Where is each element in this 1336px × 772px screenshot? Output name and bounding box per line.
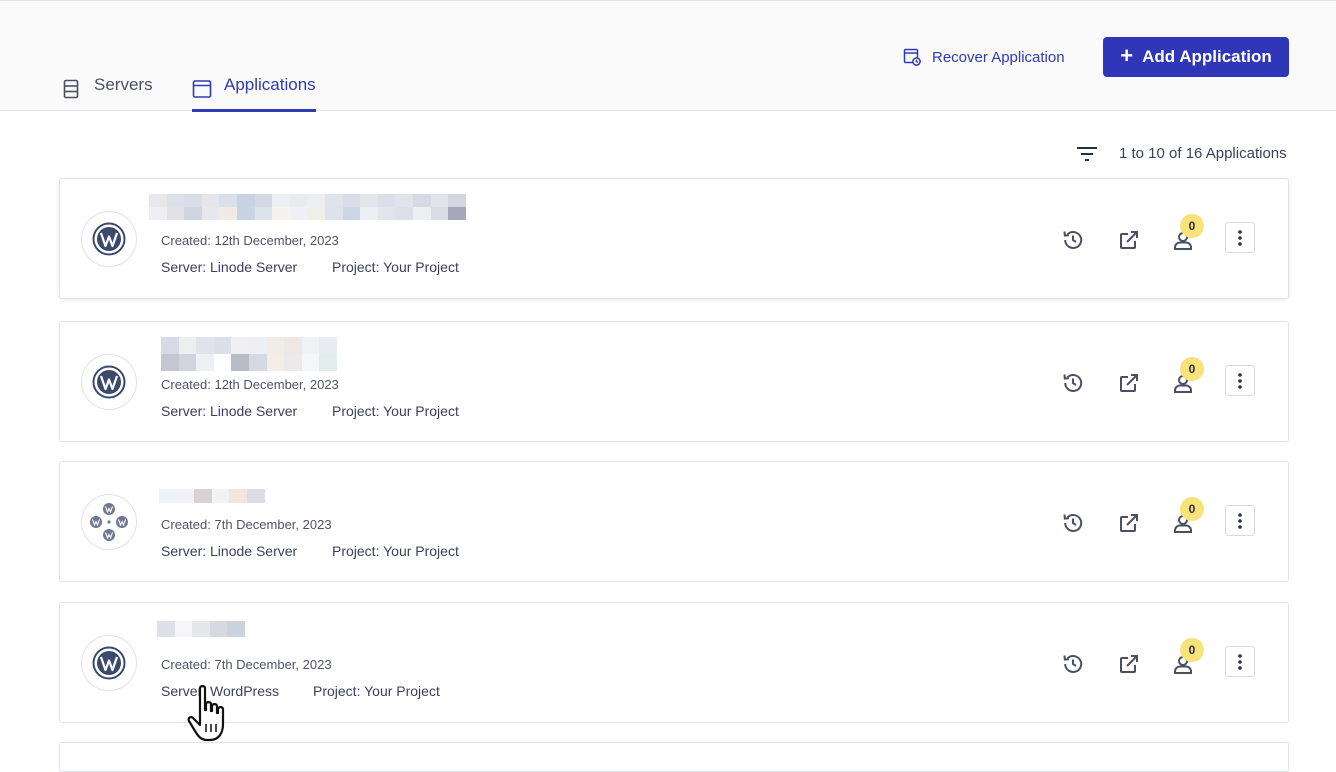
external-link-icon[interactable] xyxy=(1116,651,1142,677)
server-label[interactable]: Server: Linode Server xyxy=(161,259,297,275)
recover-application-label: Recover Application xyxy=(932,48,1065,66)
history-icon[interactable] xyxy=(1060,510,1086,536)
access-count-badge: 0 xyxy=(1180,497,1204,521)
app-name-redacted xyxy=(161,337,337,371)
application-count: 1 to 10 of 16 Applications xyxy=(1119,145,1287,162)
app-name-redacted xyxy=(149,194,466,220)
more-options-button[interactable] xyxy=(1225,505,1255,536)
add-application-button[interactable]: + Add Application xyxy=(1103,37,1289,77)
application-card[interactable] xyxy=(59,742,1289,772)
multisite-logo xyxy=(81,494,137,550)
more-options-button[interactable] xyxy=(1225,222,1255,253)
access-count-badge: 0 xyxy=(1180,638,1204,662)
tab-servers[interactable]: Servers xyxy=(62,75,153,112)
app-name-redacted xyxy=(157,621,245,637)
server-label[interactable]: Server: Linode Server xyxy=(161,403,297,419)
project-label[interactable]: Project: Your Project xyxy=(313,683,440,699)
history-icon[interactable] xyxy=(1060,227,1086,253)
plus-icon: + xyxy=(1120,43,1134,68)
external-link-icon[interactable] xyxy=(1116,227,1142,253)
more-vertical-icon xyxy=(1238,653,1242,670)
app-name-redacted xyxy=(159,489,265,503)
tab-servers-label: Servers xyxy=(94,75,153,94)
server-label[interactable]: Server: Linode Server xyxy=(161,543,297,559)
created-date: Created: 7th December, 2023 xyxy=(161,657,332,672)
more-options-button[interactable] xyxy=(1225,365,1255,396)
wordpress-logo xyxy=(81,635,137,691)
wordpress-logo xyxy=(81,354,137,410)
tab-applications[interactable]: Applications xyxy=(192,75,316,112)
application-card[interactable]: Created: 7th December, 2023 Server: Lino… xyxy=(59,461,1289,582)
history-icon[interactable] xyxy=(1060,370,1086,396)
external-link-icon[interactable] xyxy=(1116,370,1142,396)
tab-applications-label: Applications xyxy=(224,75,316,94)
hand-cursor-icon xyxy=(187,685,225,742)
recover-icon xyxy=(903,48,921,66)
access-count-badge: 0 xyxy=(1180,214,1204,238)
project-label[interactable]: Project: Your Project xyxy=(332,543,459,559)
wordpress-logo xyxy=(81,211,137,267)
window-icon xyxy=(192,80,212,98)
application-card[interactable]: Created: 7th December, 2023 Server: Word… xyxy=(59,602,1289,723)
more-vertical-icon xyxy=(1238,512,1242,529)
created-date: Created: 12th December, 2023 xyxy=(161,377,339,392)
recover-application-button[interactable]: Recover Application xyxy=(903,45,1065,69)
application-card[interactable]: Created: 12th December, 2023 Server: Lin… xyxy=(59,321,1289,442)
project-label[interactable]: Project: Your Project xyxy=(332,403,459,419)
add-application-label: Add Application xyxy=(1142,47,1272,66)
project-label[interactable]: Project: Your Project xyxy=(332,259,459,275)
access-count-badge: 0 xyxy=(1180,357,1204,381)
external-link-icon[interactable] xyxy=(1116,510,1142,536)
more-vertical-icon xyxy=(1238,229,1242,246)
server-icon xyxy=(63,79,79,99)
application-card[interactable]: Created: 12th December, 2023 Server: Lin… xyxy=(59,178,1289,299)
filter-icon[interactable] xyxy=(1076,144,1098,164)
created-date: Created: 7th December, 2023 xyxy=(161,517,332,532)
created-date: Created: 12th December, 2023 xyxy=(161,233,339,248)
top-bar: Servers Applications Recover Application… xyxy=(0,0,1336,112)
more-options-button[interactable] xyxy=(1225,646,1255,677)
history-icon[interactable] xyxy=(1060,651,1086,677)
more-vertical-icon xyxy=(1238,372,1242,389)
